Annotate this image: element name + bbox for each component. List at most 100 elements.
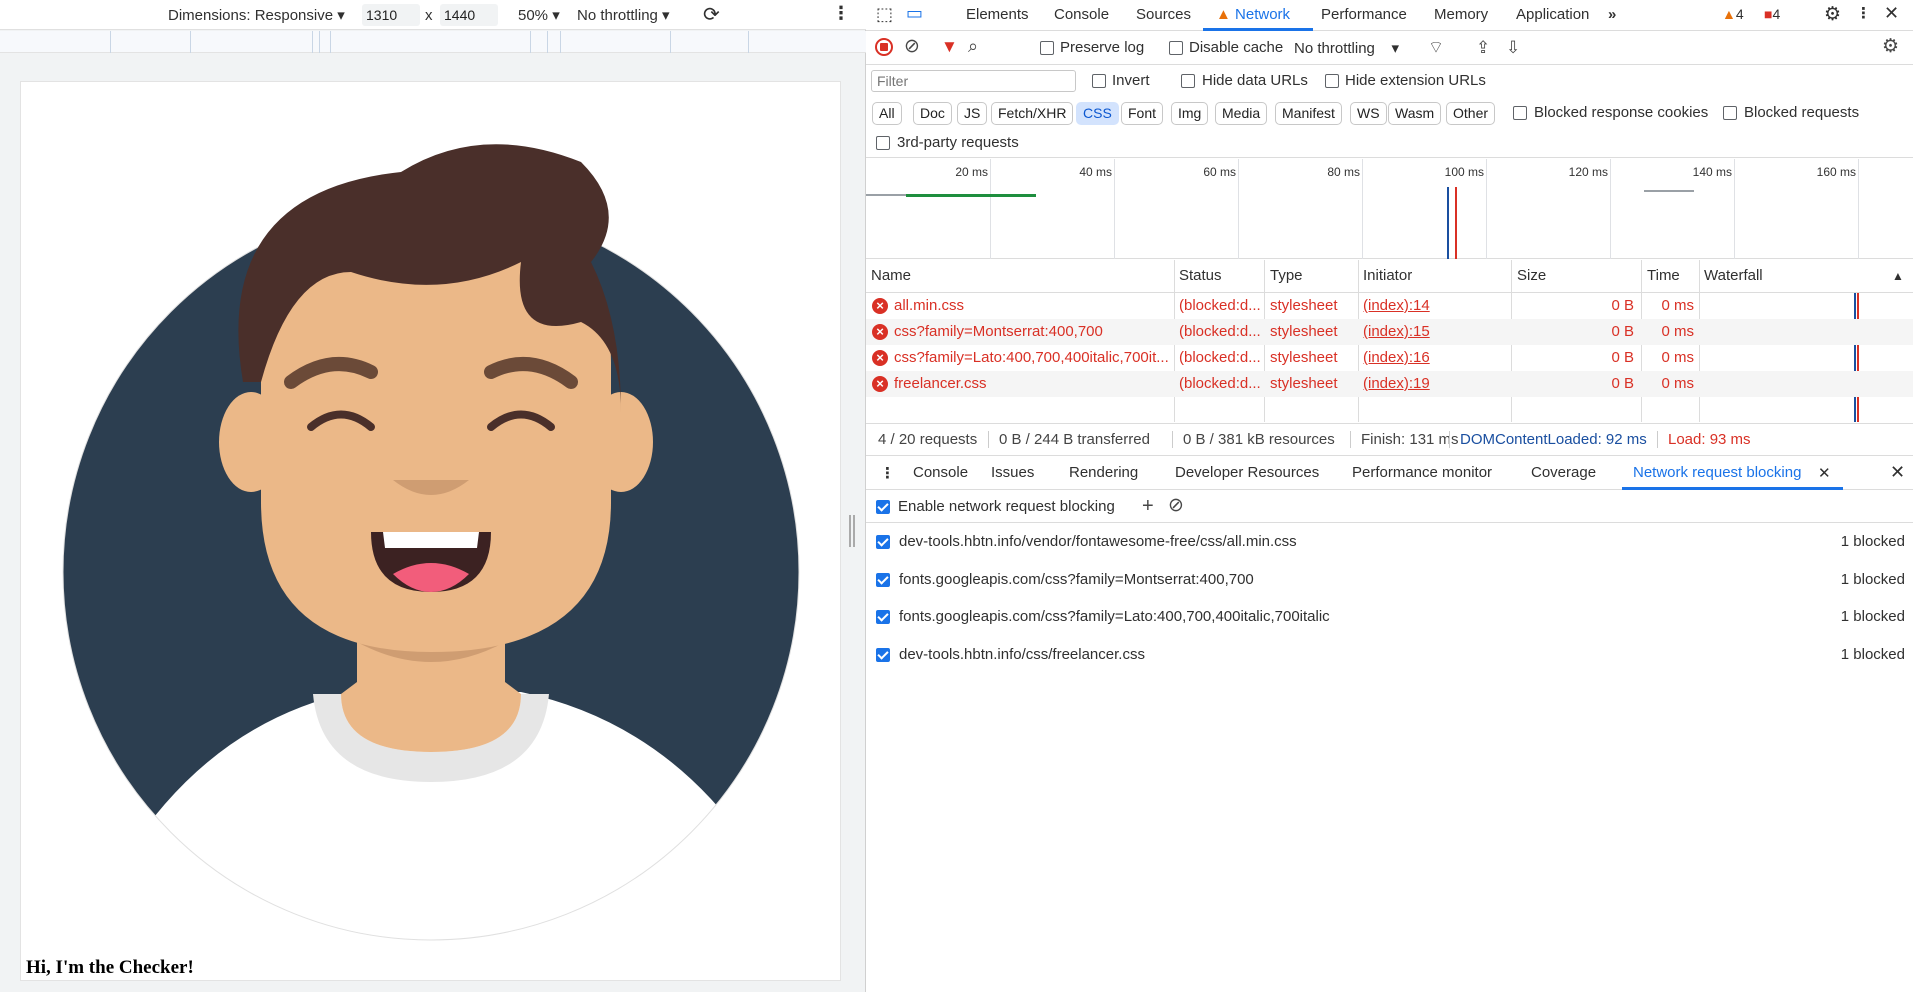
dimensions-dropdown[interactable]: Dimensions: Responsive ▾ [168, 6, 345, 24]
add-pattern-icon[interactable]: + [1142, 496, 1154, 516]
blocked-requests-checkbox[interactable] [1723, 106, 1737, 120]
request-name: css?family=Montserrat:400,700 [894, 323, 1103, 340]
blocked-response-cookies-label: Blocked response cookies [1534, 104, 1709, 121]
sort-ascending-icon[interactable]: ▲ [1892, 269, 1904, 283]
filter-js[interactable]: JS [957, 102, 988, 125]
viewport-resize-handle[interactable] [849, 515, 855, 547]
more-options-icon[interactable]: ⋮ [832, 3, 850, 24]
drawer-tab-rendering[interactable]: Rendering [1069, 464, 1138, 481]
hide-extension-urls-checkbox[interactable] [1325, 74, 1339, 88]
pattern-checkbox[interactable] [876, 610, 890, 624]
zoom-dropdown[interactable]: 50% ▾ [518, 6, 560, 24]
filter-all[interactable]: All [872, 102, 902, 125]
request-initiator[interactable]: (index):14 [1363, 297, 1430, 314]
pattern-checkbox[interactable] [876, 535, 890, 549]
blocking-pattern-row[interactable]: fonts.googleapis.com/css?family=Lato:400… [866, 599, 1913, 636]
search-icon[interactable]: ⌕ [968, 36, 978, 56]
tab-application[interactable]: Application [1516, 6, 1589, 23]
tab-console[interactable]: Console [1054, 6, 1109, 23]
pattern-checkbox[interactable] [876, 648, 890, 662]
record-icon[interactable] [875, 38, 893, 56]
filter-wasm[interactable]: Wasm [1388, 102, 1442, 125]
settings-icon[interactable]: ⚙ [1824, 3, 1841, 26]
warnings-counter[interactable]: ▲4 [1722, 6, 1744, 22]
device-toggle-icon[interactable]: ▭ [906, 3, 923, 24]
col-name[interactable]: Name [871, 267, 911, 284]
blocked-response-cookies-checkbox[interactable] [1513, 106, 1527, 120]
avatar-teeth [383, 532, 479, 548]
clear-icon[interactable]: ⊘ [904, 37, 920, 57]
table-row[interactable]: × all.min.css (blocked:d... stylesheet (… [866, 293, 1913, 319]
tab-elements[interactable]: Elements [966, 6, 1029, 23]
network-conditions-icon[interactable]: ⌔ [1428, 38, 1444, 58]
drawer-tab-issues[interactable]: Issues [991, 464, 1034, 481]
drawer-tab-performance-monitor[interactable]: Performance monitor [1352, 464, 1492, 481]
drawer-tab-network-request-blocking[interactable]: Network request blocking [1633, 464, 1801, 481]
more-tabs-icon[interactable]: » [1608, 6, 1616, 23]
network-settings-icon[interactable]: ⚙ [1882, 37, 1899, 57]
tab-network[interactable]: ▲ Network [1216, 6, 1290, 23]
filter-fetch-xhr[interactable]: Fetch/XHR [991, 102, 1074, 125]
table-row[interactable]: × freelancer.css (blocked:d... styleshee… [866, 371, 1913, 397]
drawer-tab-console[interactable]: Console [913, 464, 968, 481]
request-initiator[interactable]: (index):15 [1363, 323, 1430, 340]
blocking-pattern-row[interactable]: dev-tools.hbtn.info/css/freelancer.css 1… [866, 637, 1913, 674]
height-input[interactable] [440, 4, 498, 26]
enable-blocking-checkbox[interactable] [876, 500, 890, 514]
remove-all-patterns-icon[interactable]: ⊘ [1168, 496, 1184, 516]
filter-ws[interactable]: WS [1350, 102, 1387, 125]
inspect-element-icon[interactable]: ⬚ [876, 4, 893, 25]
filter-img[interactable]: Img [1171, 102, 1209, 125]
preserve-log-checkbox[interactable] [1040, 41, 1054, 55]
hide-data-urls-checkbox[interactable] [1181, 74, 1195, 88]
col-waterfall[interactable]: Waterfall [1704, 267, 1763, 284]
close-tab-icon[interactable]: ✕ [1818, 464, 1831, 482]
tab-sources[interactable]: Sources [1136, 6, 1191, 23]
filter-media[interactable]: Media [1215, 102, 1268, 125]
filter-other[interactable]: Other [1446, 102, 1496, 125]
tab-memory[interactable]: Memory [1434, 6, 1488, 23]
rotate-icon[interactable]: ⟳ [703, 2, 720, 27]
tab-performance[interactable]: Performance [1321, 6, 1407, 23]
drawer-tab-developer-resources[interactable]: Developer Resources [1175, 464, 1319, 481]
drawer-menu-icon[interactable]: ⋮ [880, 464, 895, 482]
close-drawer-icon[interactable]: ✕ [1890, 462, 1905, 483]
filter-icon[interactable]: ▼ [941, 37, 958, 57]
avatar-illustration [62, 144, 800, 941]
drawer-tab-coverage[interactable]: Coverage [1531, 464, 1596, 481]
col-status[interactable]: Status [1179, 267, 1222, 284]
timeline-tick: 160 ms [1816, 165, 1856, 179]
close-devtools-icon[interactable]: ✕ [1884, 3, 1899, 24]
width-input[interactable] [362, 4, 420, 26]
filter-css[interactable]: CSS [1076, 102, 1119, 125]
request-initiator[interactable]: (index):16 [1363, 349, 1430, 366]
customize-icon[interactable]: ⋮ [1856, 4, 1871, 22]
table-row[interactable]: × css?family=Montserrat:400,700 (blocked… [866, 319, 1913, 345]
filter-manifest[interactable]: Manifest [1275, 102, 1342, 125]
third-party-checkbox[interactable] [876, 136, 890, 150]
media-query-ruler[interactable] [0, 31, 866, 53]
table-row[interactable]: × css?family=Lato:400,700,400italic,700i… [866, 345, 1913, 371]
col-size[interactable]: Size [1517, 267, 1546, 284]
blocking-pattern-row[interactable]: fonts.googleapis.com/css?family=Montserr… [866, 562, 1913, 599]
network-overview-timeline[interactable]: 20 ms 40 ms 60 ms 80 ms 100 ms 120 ms 14… [866, 159, 1913, 259]
pattern-blocked-count: 1 blocked [1840, 533, 1905, 550]
errors-counter[interactable]: ■4 [1764, 6, 1780, 22]
invert-checkbox[interactable] [1092, 74, 1106, 88]
request-initiator[interactable]: (index):19 [1363, 375, 1430, 392]
export-har-icon[interactable]: ⇩ [1506, 38, 1520, 58]
network-throttling-dropdown[interactable]: No throttling ▾ [1294, 39, 1399, 57]
filter-doc[interactable]: Doc [913, 102, 952, 125]
col-type[interactable]: Type [1270, 267, 1303, 284]
timeline-grid [1114, 159, 1115, 259]
col-initiator[interactable]: Initiator [1363, 267, 1412, 284]
blocking-pattern-row[interactable]: dev-tools.hbtn.info/vendor/fontawesome-f… [866, 524, 1913, 561]
col-time[interactable]: Time [1647, 267, 1680, 284]
filter-input[interactable] [871, 70, 1076, 92]
throttling-dropdown[interactable]: No throttling ▾ [577, 6, 670, 24]
disable-cache-checkbox[interactable] [1169, 41, 1183, 55]
filter-font[interactable]: Font [1121, 102, 1164, 125]
summary-transferred: 0 B / 244 B transferred [988, 431, 1150, 448]
import-har-icon[interactable]: ⇪ [1476, 38, 1490, 58]
pattern-checkbox[interactable] [876, 573, 890, 587]
